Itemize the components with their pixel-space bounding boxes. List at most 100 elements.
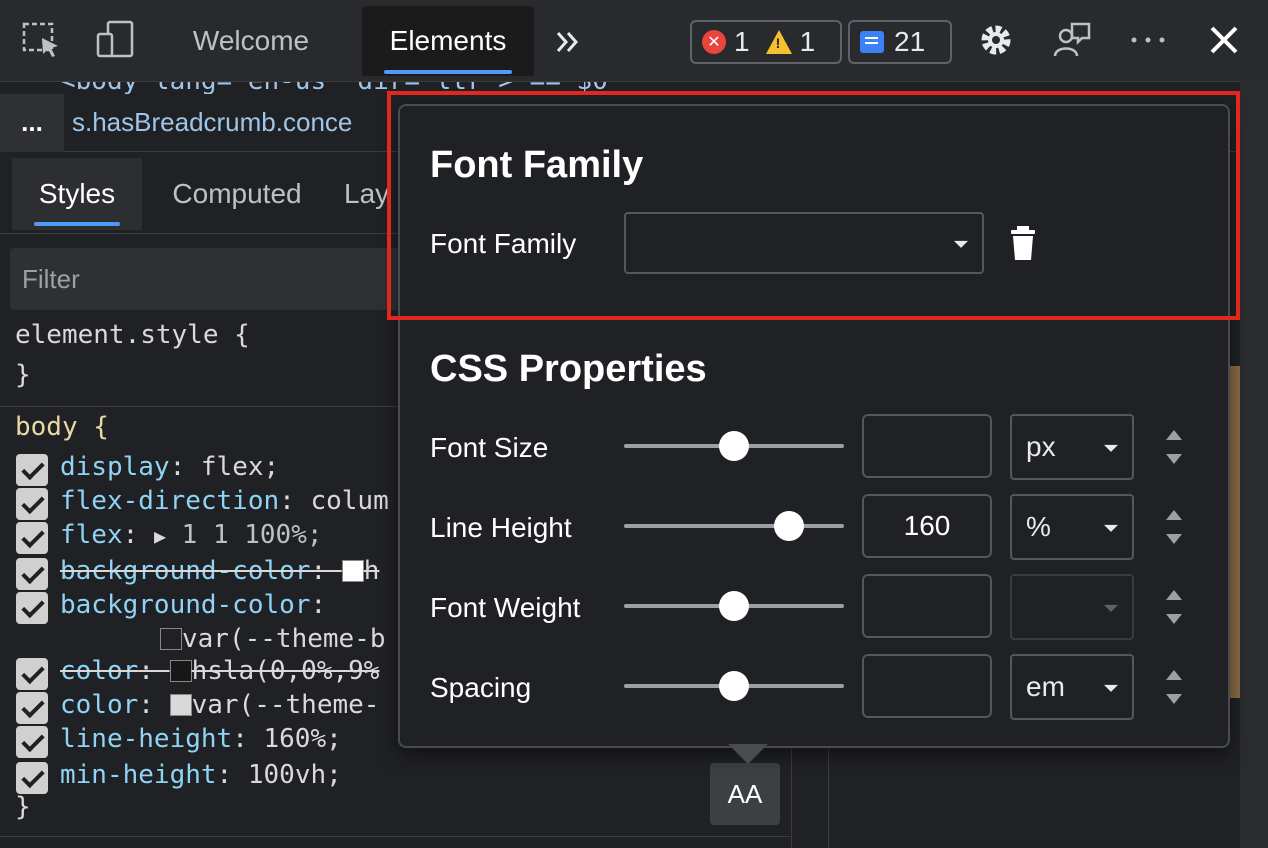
property-name: display <box>60 452 170 482</box>
property-value: flex; <box>200 452 280 482</box>
declaration-checkbox[interactable] <box>16 522 48 554</box>
declaration-background-color[interactable]: background-color: <box>60 590 326 620</box>
tab-computed-label: Computed <box>172 178 302 209</box>
property-name: color <box>60 656 139 686</box>
unit-value: px <box>1026 431 1056 462</box>
inspect-element-icon[interactable] <box>22 20 62 60</box>
slider-thumb[interactable] <box>719 431 749 461</box>
unit-value: % <box>1026 511 1051 542</box>
rule-divider <box>0 836 792 837</box>
color-swatch[interactable] <box>341 560 364 582</box>
popover-arrow <box>728 744 768 764</box>
highlight-annotation <box>387 91 1240 320</box>
font-weight-stepper[interactable] <box>1164 590 1184 624</box>
font-editor-button[interactable]: AA <box>710 763 780 825</box>
color-swatch[interactable] <box>160 628 182 650</box>
issues-badge[interactable]: ✕ 1 ! 1 <box>690 20 842 64</box>
font-weight-unit-select <box>1010 574 1134 640</box>
chevron-down-icon <box>1104 684 1118 692</box>
declaration-flex[interactable]: flex: ▶ 1 1 100%; <box>60 520 323 550</box>
expand-triangle-icon[interactable]: ▶ <box>154 524 166 548</box>
font-size-unit-select[interactable]: px <box>1010 414 1134 480</box>
tab-welcome[interactable]: Welcome <box>168 6 334 76</box>
tab-layout-label: Lay <box>344 178 390 209</box>
color-swatch[interactable] <box>169 694 192 716</box>
declaration-checkbox[interactable] <box>16 762 48 794</box>
declaration-flex-direction[interactable]: flex-direction: colum <box>60 486 389 516</box>
declaration-checkbox[interactable] <box>16 658 48 690</box>
declaration-checkbox[interactable] <box>16 488 48 520</box>
property-value: 160%; <box>263 724 342 754</box>
line-height-input[interactable]: 160 <box>862 494 992 558</box>
font-size-input[interactable] <box>862 414 992 478</box>
message-icon <box>860 31 884 53</box>
spacing-unit-select[interactable]: em <box>1010 654 1134 720</box>
declaration-color-overridden[interactable]: color: hsla(0,0%,9% <box>60 656 379 686</box>
property-value: h <box>363 556 380 586</box>
gear-icon[interactable] <box>976 20 1016 60</box>
property-name: flex <box>60 520 123 550</box>
declaration-checkbox[interactable] <box>16 726 48 758</box>
property-name: color <box>60 690 139 720</box>
tab-styles[interactable]: Styles <box>12 158 142 230</box>
devtools-toolbar: Welcome Elements ✕ 1 ! 1 21 <box>0 0 1268 82</box>
warning-icon: ! <box>765 30 792 54</box>
declaration-checkbox[interactable] <box>16 558 48 590</box>
declaration-checkbox[interactable] <box>16 592 48 624</box>
spacing-slider[interactable] <box>624 671 844 701</box>
tab-styles-label: Styles <box>38 178 116 209</box>
font-weight-slider[interactable] <box>624 591 844 621</box>
chevron-down-icon <box>1104 524 1118 532</box>
error-count: 1 <box>734 26 750 57</box>
declaration-display[interactable]: display: flex; <box>60 452 279 482</box>
element-style-close: } <box>15 360 31 390</box>
scrollbar[interactable] <box>1240 80 1268 848</box>
line-height-unit-select[interactable]: % <box>1010 494 1134 560</box>
breadcrumb-item[interactable]: s.hasBreadcrumb.conce <box>72 107 352 138</box>
css-properties-heading: CSS Properties <box>430 348 707 390</box>
property-value: var(--theme-b <box>182 624 386 654</box>
font-size-label: Font Size <box>430 432 549 463</box>
property-value: var(--theme- <box>191 690 380 720</box>
declaration-color[interactable]: color: var(--theme- <box>60 690 379 720</box>
spacing-stepper[interactable] <box>1164 670 1184 704</box>
declaration-min-height[interactable]: min-height: 100vh; <box>60 760 342 790</box>
property-value: hsla(0,0%,9% <box>191 656 380 686</box>
tab-computed[interactable]: Computed <box>152 158 322 230</box>
declaration-background-color-overridden[interactable]: background-color: h <box>60 556 379 586</box>
property-name: line-height <box>60 724 233 754</box>
declaration-line-height[interactable]: line-height: 160%; <box>60 724 342 754</box>
body-rule-close: } <box>15 792 31 822</box>
messages-count: 21 <box>894 26 926 57</box>
property-name: background-color <box>60 556 311 586</box>
feedback-icon[interactable] <box>1052 20 1092 60</box>
line-height-label: Line Height <box>430 512 572 543</box>
error-icon: ✕ <box>702 30 726 54</box>
slider-thumb[interactable] <box>774 511 804 541</box>
breadcrumb-overflow-button[interactable]: ... <box>0 93 64 152</box>
close-icon[interactable] <box>1204 20 1244 60</box>
declaration-checkbox[interactable] <box>16 454 48 486</box>
chevron-double-right-icon[interactable] <box>548 22 588 62</box>
declaration-checkbox[interactable] <box>16 692 48 724</box>
spacing-input[interactable] <box>862 654 992 718</box>
tab-elements[interactable]: Elements <box>362 6 534 76</box>
body-selector-text: body { <box>15 412 109 442</box>
spacing-label: Spacing <box>430 672 532 703</box>
font-size-stepper[interactable] <box>1164 430 1184 464</box>
font-size-slider[interactable] <box>624 431 844 461</box>
more-options-icon[interactable] <box>1128 20 1168 60</box>
slider-thumb[interactable] <box>719 591 749 621</box>
property-value: 1 1 100%; <box>181 520 323 550</box>
chevron-down-icon <box>1104 444 1118 452</box>
color-swatch[interactable] <box>169 660 192 682</box>
messages-badge[interactable]: 21 <box>848 20 952 64</box>
declaration-background-color-value[interactable]: var(--theme-b <box>160 624 386 654</box>
unit-value: em <box>1026 671 1065 702</box>
font-weight-input[interactable] <box>862 574 992 638</box>
line-height-stepper[interactable] <box>1164 510 1184 544</box>
line-height-slider[interactable] <box>624 511 844 541</box>
property-value: 100vh; <box>247 760 342 790</box>
slider-thumb[interactable] <box>719 671 749 701</box>
device-emulation-icon[interactable] <box>96 20 136 60</box>
